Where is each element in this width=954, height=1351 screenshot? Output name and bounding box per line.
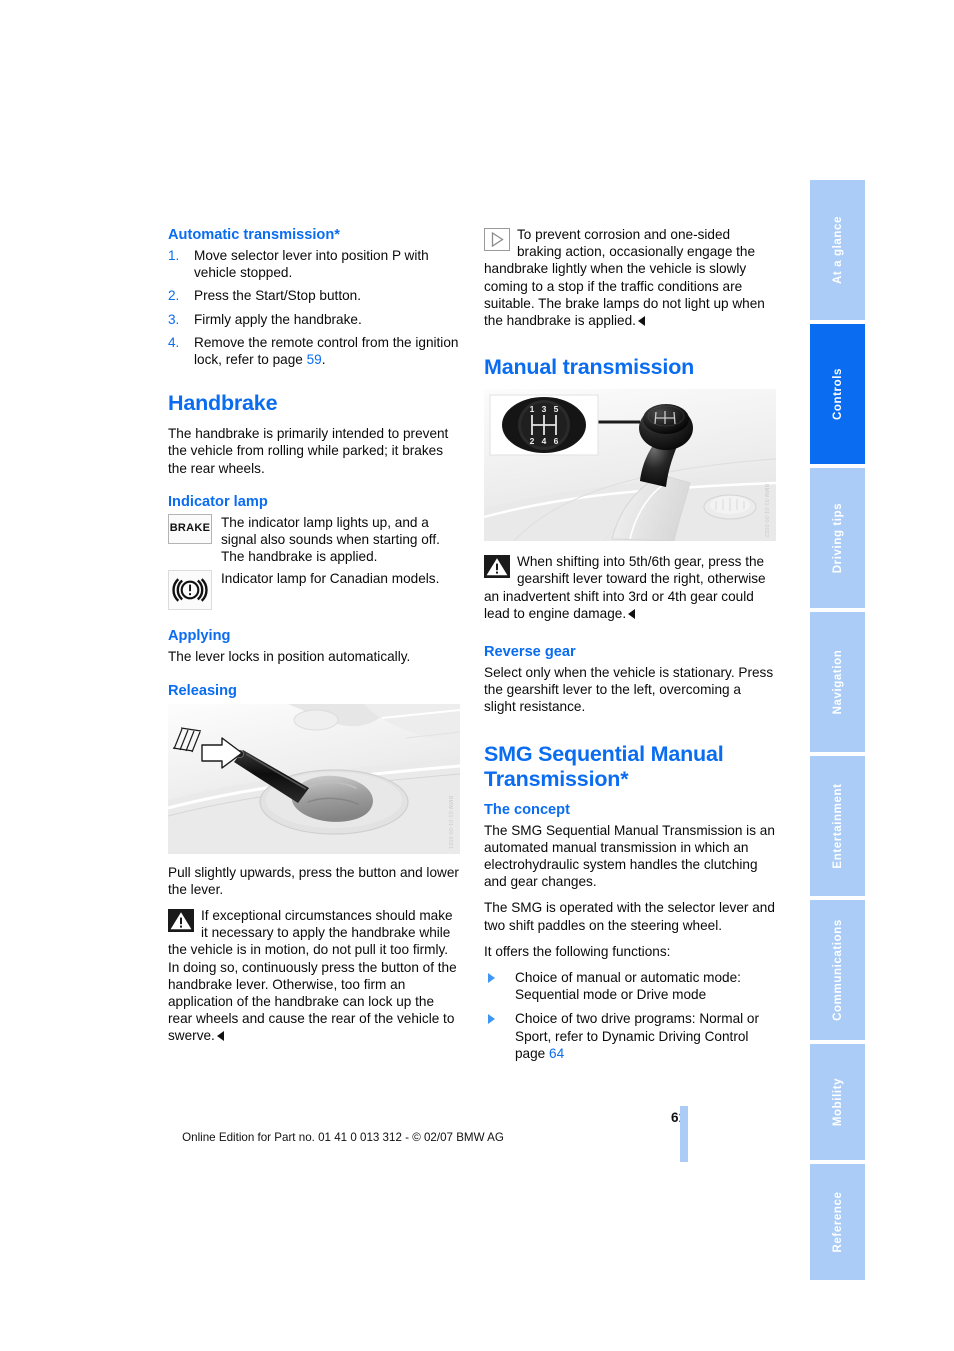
heading-reverse-gear: Reverse gear bbox=[484, 644, 576, 661]
heading-releasing: Releasing bbox=[168, 682, 237, 699]
heading-applying: Applying bbox=[168, 628, 231, 645]
smg-functions-intro: It offers the following functions: bbox=[484, 943, 671, 959]
end-marker-icon bbox=[216, 1031, 224, 1042]
tab-label: At a glance bbox=[831, 216, 844, 284]
manual-page: At a glance Controls Driving tips Naviga… bbox=[0, 0, 954, 1351]
warning-triangle-icon bbox=[484, 555, 510, 579]
triangle-bullet-icon bbox=[488, 973, 495, 984]
heading-handbrake: Handbrake bbox=[168, 391, 278, 416]
tip-triangle-icon bbox=[484, 228, 510, 251]
step-number-4: 4. bbox=[168, 334, 180, 350]
brake-lamp-icon-text: BRAKE bbox=[169, 522, 211, 535]
step-text: Move selector lever into position P with… bbox=[194, 248, 429, 281]
gearshift-illustration-svg: 135 246 bbox=[484, 389, 776, 542]
tab-at-a-glance[interactable]: At a glance bbox=[810, 180, 865, 320]
heading-the-concept: The concept bbox=[484, 801, 570, 818]
page-reference-link[interactable]: 59 bbox=[307, 352, 322, 367]
svg-text:4: 4 bbox=[542, 436, 547, 446]
step-number: 1. bbox=[168, 248, 180, 263]
svg-text:2: 2 bbox=[530, 436, 535, 446]
indicator-lamp-row-brake: BRAKE The indicator lamp lights up, and … bbox=[168, 513, 460, 566]
svg-text:1: 1 bbox=[530, 404, 535, 414]
heading-smg-sequential-manual-transmission: SMG Sequential Manual Transmission* bbox=[484, 741, 724, 791]
tab-mobility[interactable]: Mobility bbox=[810, 1044, 865, 1160]
right-column: To prevent corrosion and one-sided braki… bbox=[484, 226, 776, 1069]
tab-label: Driving tips bbox=[831, 502, 844, 574]
list-item: 2. Press the Start/Stop button. bbox=[168, 287, 460, 304]
canadian-brake-lamp-icon bbox=[168, 570, 212, 611]
svg-text:6: 6 bbox=[554, 436, 559, 446]
handbrake-release-illustration: BMW-01-01-00-0021 bbox=[168, 703, 460, 854]
manual-transmission-illustration: 135 246 BMW-01-01-00-0022 bbox=[484, 389, 776, 542]
heading-indicator-lamp: Indicator lamp bbox=[168, 493, 268, 510]
indicator-lamp-description: The indicator lamp lights up, and a sign… bbox=[221, 514, 440, 565]
left-column: Automatic transmission* 1. Move selector… bbox=[168, 226, 460, 1054]
tab-communications[interactable]: Communications bbox=[810, 900, 865, 1040]
tab-entertainment[interactable]: Entertainment bbox=[810, 756, 865, 896]
list-item: 3. Firmly apply the handbrake. bbox=[168, 311, 460, 328]
manual-transmission-warning-note: When shifting into 5th/6th gear, press t… bbox=[484, 553, 776, 622]
tip-text: To prevent corrosion and one-sided braki… bbox=[484, 227, 765, 329]
canadian-brake-lamp-glyph bbox=[172, 578, 208, 603]
reverse-gear-text: Select only when the vehicle is stationa… bbox=[484, 665, 774, 715]
indicator-lamp-row-canadian: Indicator lamp for Canadian models. bbox=[168, 570, 460, 611]
svg-text:5: 5 bbox=[554, 404, 559, 414]
handbrake-intro-text: The handbrake is primarily intended to p… bbox=[168, 426, 449, 476]
step-text: Press the Start/Stop button. bbox=[194, 288, 361, 304]
tab-label: Entertainment bbox=[831, 783, 844, 869]
step-text-suffix: . bbox=[321, 352, 326, 368]
tab-reference[interactable]: Reference bbox=[810, 1164, 865, 1280]
list-item: 4a 4. Remove the remote control from the… bbox=[168, 334, 460, 368]
tab-navigation[interactable]: Navigation bbox=[810, 612, 865, 752]
end-marker-icon bbox=[628, 608, 636, 619]
step-number: 3. bbox=[168, 311, 180, 327]
releasing-caption: Pull slightly upwards, press the button … bbox=[168, 864, 459, 897]
tab-driving-tips[interactable]: Driving tips bbox=[810, 468, 865, 608]
heading-automatic-transmission: Automatic transmission* bbox=[168, 227, 340, 243]
figure-credit: BMW-01-01-00-0022 bbox=[763, 483, 769, 538]
tab-label: Reference bbox=[831, 1191, 844, 1253]
list-item: Choice of manual or automatic mode: Sequ… bbox=[484, 969, 776, 1003]
smg-concept-paragraph-2: The SMG is operated with the selector le… bbox=[484, 900, 775, 933]
svg-text:3: 3 bbox=[542, 404, 547, 414]
tab-label: Controls bbox=[831, 367, 844, 421]
warning-text: If exceptional circumstances should make… bbox=[168, 908, 457, 1044]
handbrake-warning-note: If exceptional circumstances should make… bbox=[168, 907, 460, 1045]
applying-text: The lever locks in position automaticall… bbox=[168, 649, 411, 665]
step-text: Firmly apply the handbrake. bbox=[194, 311, 362, 327]
tab-label: Communications bbox=[831, 919, 844, 1021]
page-number: 61 bbox=[670, 1110, 686, 1125]
tab-label: Navigation bbox=[831, 649, 844, 715]
handbrake-tip-note: To prevent corrosion and one-sided braki… bbox=[484, 226, 776, 329]
end-marker-icon bbox=[637, 316, 645, 327]
tab-label: Mobility bbox=[831, 1077, 844, 1127]
figure-credit: BMW-01-01-00-0021 bbox=[447, 796, 453, 850]
canadian-lamp-description: Indicator lamp for Canadian models. bbox=[221, 571, 440, 587]
heading-manual-transmission: Manual transmission bbox=[484, 355, 695, 380]
brake-lamp-icon: BRAKE bbox=[168, 513, 212, 544]
list-item: 1. Move selector lever into position P w… bbox=[168, 247, 460, 281]
step-text: Remove the remote control from the ignit… bbox=[194, 334, 459, 368]
automatic-transmission-steps: 1. Move selector lever into position P w… bbox=[168, 247, 460, 368]
smg-functions-list: Choice of manual or automatic mode: Sequ… bbox=[484, 969, 776, 1062]
list-item: Choice of two drive programs: Normal or … bbox=[484, 1010, 776, 1062]
smg-concept-paragraph-1: The SMG Sequential Manual Transmission i… bbox=[484, 822, 775, 890]
function-text: Choice of manual or automatic mode: Sequ… bbox=[515, 970, 741, 1003]
handbrake-illustration-svg bbox=[168, 703, 460, 854]
tab-controls[interactable]: Controls bbox=[810, 324, 865, 464]
section-tab-strip: At a glance Controls Driving tips Naviga… bbox=[810, 180, 865, 1280]
step-number: 2. bbox=[168, 288, 180, 304]
footer-text: Online Edition for Part no. 01 41 0 013 … bbox=[182, 1131, 504, 1144]
warning-triangle-icon bbox=[168, 909, 194, 933]
warning-text: When shifting into 5th/6th gear, press t… bbox=[484, 554, 766, 621]
page-reference-link[interactable]: 64 bbox=[549, 1046, 564, 1061]
triangle-bullet-icon bbox=[488, 1014, 495, 1025]
